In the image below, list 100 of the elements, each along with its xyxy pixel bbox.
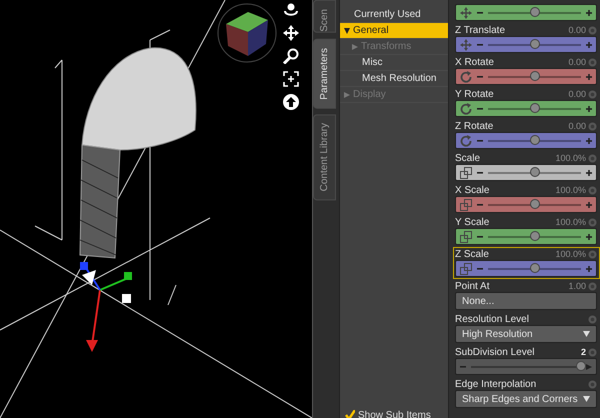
parameter-value: 100.0% — [555, 153, 586, 163]
slider-thumb[interactable] — [530, 262, 540, 272]
slider[interactable] — [455, 68, 597, 85]
slider[interactable] — [455, 196, 597, 213]
settings-icon[interactable] — [588, 154, 597, 162]
parameter-row[interactable]: SubDivision Level 2 — [453, 345, 600, 377]
plus-icon — [586, 106, 592, 112]
slider-thumb[interactable] — [530, 70, 540, 80]
settings-icon[interactable] — [588, 218, 597, 226]
slider[interactable] — [455, 132, 597, 149]
plus-icon — [586, 234, 592, 240]
scale-icon — [460, 230, 472, 242]
parameter-row[interactable]: Point At 1.00 None... — [453, 279, 600, 312]
parameter-button[interactable]: None... — [455, 292, 597, 310]
parameter-label: Point At — [455, 280, 490, 292]
category-item[interactable]: Mesh Resolution — [340, 71, 448, 87]
parameter-row[interactable]: Scale 100.0% — [453, 151, 600, 183]
arrow-icon — [586, 364, 592, 370]
parameter-label: Z Rotate — [455, 120, 494, 132]
parameter-row[interactable]: X Scale 100.0% — [453, 183, 600, 215]
parameter-value: 100.0% — [555, 249, 586, 259]
scale-icon — [460, 166, 472, 178]
settings-icon[interactable] — [588, 380, 597, 388]
parameter-row[interactable]: Z Translate 0.00 — [453, 23, 600, 55]
slider-thumb[interactable] — [576, 360, 586, 370]
slider-thumb[interactable] — [530, 38, 540, 48]
parameter-row[interactable]: Y Rotate 0.00 — [453, 87, 600, 119]
parameter-value: 100.0% — [555, 185, 586, 195]
curved-surface-drawing[interactable] — [80, 47, 196, 259]
settings-icon[interactable] — [588, 58, 597, 66]
move-icon — [460, 38, 472, 50]
settings-icon[interactable] — [588, 122, 597, 130]
parameter-label: X Scale — [455, 184, 490, 196]
dropdown[interactable]: Sharp Edges and Corners — [455, 390, 597, 408]
parameter-row[interactable]: Y Scale 100.0% — [453, 215, 600, 247]
expander-icon[interactable] — [344, 28, 350, 34]
settings-icon[interactable] — [588, 250, 597, 258]
plus-icon — [586, 170, 592, 176]
side-tab[interactable]: Scen — [313, 0, 336, 33]
orbit-icon[interactable] — [282, 2, 300, 18]
settings-icon[interactable] — [588, 314, 597, 324]
view-cube-icon[interactable] — [216, 2, 278, 64]
parameter-row[interactable]: Z Rotate 0.00 — [453, 119, 600, 151]
slider-thumb[interactable] — [530, 198, 540, 208]
parameter-label: Resolution Level — [455, 314, 529, 324]
category-item[interactable]: General — [340, 23, 448, 39]
slider[interactable] — [455, 228, 597, 245]
settings-icon[interactable] — [588, 348, 597, 356]
parameter-value: 1.00 — [568, 281, 586, 291]
caret-icon — [583, 331, 590, 337]
parameter-label: Edge Interpolation — [455, 378, 536, 390]
slider-thumb[interactable] — [530, 102, 540, 112]
parameter-value: 100.0% — [555, 217, 586, 227]
slider[interactable] — [455, 36, 597, 53]
settings-icon[interactable] — [588, 90, 597, 98]
move-icon[interactable] — [283, 25, 299, 41]
slider-thumb[interactable] — [530, 166, 540, 176]
parameter-label: Z Translate — [455, 24, 506, 36]
parameter-row[interactable]: X Rotate 0.00 — [453, 55, 600, 87]
slider[interactable] — [455, 164, 597, 181]
parameter-row[interactable]: Edge Interpolation Sharp Edges and Corners — [453, 377, 600, 410]
transform-gizmo-drawing[interactable] — [80, 262, 132, 352]
slider-thumb[interactable] — [530, 6, 540, 16]
rotate-icon — [460, 70, 472, 82]
slider-thumb[interactable] — [530, 134, 540, 144]
parameter-label: Y Scale — [455, 216, 490, 228]
parameter-label: SubDivision Level — [455, 346, 534, 358]
parameter-label: X Rotate — [455, 56, 494, 68]
slider[interactable] — [455, 358, 597, 375]
up-arrow-icon[interactable] — [283, 94, 299, 110]
move-icon — [460, 6, 472, 18]
checkbox-label: Show Sub Items — [358, 410, 431, 418]
side-tab[interactable]: Parameters — [313, 38, 336, 108]
parameter-value: 0.00 — [568, 89, 586, 99]
slider[interactable] — [455, 260, 597, 277]
plus-icon — [586, 138, 592, 144]
dropdown[interactable]: High Resolution — [455, 325, 597, 343]
checkbox[interactable] — [344, 410, 355, 418]
parameter-value: 2 — [580, 347, 586, 357]
plus-icon — [586, 10, 592, 16]
rotate-icon — [460, 102, 472, 114]
settings-icon[interactable] — [588, 186, 597, 194]
slider[interactable] — [455, 100, 597, 117]
plus-icon — [586, 266, 592, 272]
frame-icon[interactable] — [283, 71, 299, 87]
parameter-label: Y Rotate — [455, 88, 494, 100]
category-item[interactable]: Misc — [340, 55, 448, 71]
check-icon — [344, 410, 354, 418]
parameter-row[interactable]: Resolution Level High Resolution — [453, 312, 600, 345]
scale-icon — [460, 198, 472, 210]
search-icon[interactable] — [283, 48, 299, 64]
side-tab[interactable]: Content Library — [313, 114, 336, 201]
slider-thumb[interactable] — [530, 230, 540, 240]
parameter-value: 0.00 — [568, 121, 586, 131]
parameter-value: 0.00 — [568, 57, 586, 67]
parameter-row[interactable]: Z Scale 100.0% — [453, 247, 600, 279]
parameter-label: Z Scale — [455, 248, 489, 260]
scale-icon — [460, 262, 472, 274]
settings-icon[interactable] — [588, 282, 597, 290]
settings-icon[interactable] — [588, 26, 597, 34]
